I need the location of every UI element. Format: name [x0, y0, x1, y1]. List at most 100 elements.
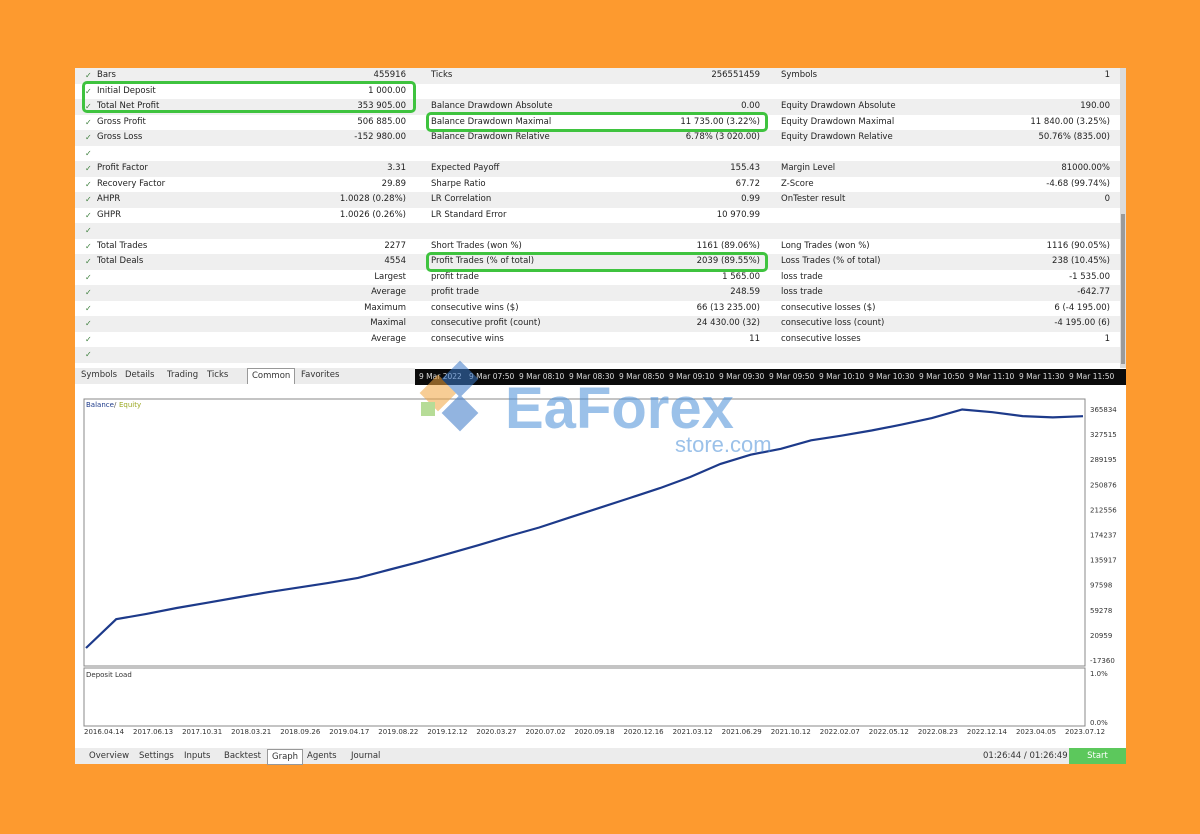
bottom-tab-settings[interactable]: Settings — [135, 749, 178, 763]
metric-value: 1116 (90.05%) — [1046, 240, 1110, 251]
metric-value: 11 840.00 (3.25%) — [1030, 116, 1110, 127]
metric-value: 238 (10.45%) — [1052, 256, 1110, 266]
bottom-tab-agents[interactable]: Agents — [303, 749, 341, 763]
check-icon: ✓ — [85, 179, 92, 189]
metric-value: 81000.00% — [1061, 163, 1110, 173]
report-row: ✓ Gross Loss -152 980.00 Balance Drawdown R… — [75, 130, 1120, 146]
metric-value: 2277 — [384, 240, 406, 251]
y-tick-label: 135917 — [1090, 557, 1117, 565]
bottom-tab-overview[interactable]: Overview — [85, 749, 133, 763]
x-tick-label: 2021.06.29 — [722, 728, 762, 734]
x-tick-label: 2022.08.23 — [918, 728, 958, 734]
check-icon: ✓ — [85, 272, 92, 282]
check-icon: ✓ — [85, 334, 92, 344]
balance-chart-svg: Balance / Equity36583432751528919525087621… — [83, 398, 1117, 734]
x-tick-label: 2020.12.16 — [624, 728, 665, 734]
metric-label: Expected Payoff — [431, 163, 500, 173]
check-icon: ✓ — [85, 133, 92, 142]
metric-value: 256551459 — [711, 70, 760, 80]
metric-label: Equity Drawdown Maximal — [781, 116, 895, 127]
tab-common[interactable]: Common — [247, 368, 296, 384]
metric-label: Total Trades — [97, 240, 148, 251]
tab-details[interactable]: Details — [121, 368, 158, 383]
x-tick-label: 2017.06.13 — [133, 728, 173, 734]
time-label: 9 Mar 09:50 — [769, 372, 815, 381]
metric-label: LR Standard Error — [431, 209, 507, 220]
tab-favorites[interactable]: Favorites — [297, 368, 343, 383]
metric-value: 155.43 — [730, 163, 760, 173]
bottom-tab-backtest[interactable]: Backtest — [220, 749, 265, 763]
time-label: 9 Mar 08:50 — [619, 372, 665, 381]
metric-value: -152 980.00 — [354, 132, 406, 142]
check-icon: ✓ — [85, 210, 92, 220]
check-icon: ✓ — [85, 303, 92, 313]
metric-label: Recovery Factor — [97, 178, 166, 189]
highlight-profit-trades — [426, 252, 768, 272]
metric-value: 0.99 — [741, 194, 760, 204]
metric-label: LR Correlation — [431, 194, 492, 204]
check-icon: ✓ — [85, 241, 92, 251]
x-tick-label: 2023.04.05 — [1016, 728, 1056, 734]
metric-value: 0 — [1104, 194, 1110, 204]
metric-value: 6 (-4 195.00) — [1054, 302, 1110, 313]
tab-symbols[interactable]: Symbols — [77, 368, 121, 383]
x-tick-label: 2022.02.07 — [820, 728, 860, 734]
metric-label: loss trade — [781, 271, 823, 282]
check-icon: ✓ — [85, 350, 92, 359]
metric-label: Z-Score — [781, 178, 814, 189]
x-tick-label: 2019.08.22 — [378, 728, 418, 734]
elapsed-timer: 01:26:44 / 01:26:49 — [983, 751, 1068, 761]
check-icon: ✓ — [85, 226, 92, 235]
y-tick-label: 97598 — [1090, 582, 1112, 590]
metric-value: 1.0028 (0.28%) — [339, 194, 406, 204]
x-tick-label: 2020.09.18 — [575, 728, 615, 734]
y-tick-label: 327515 — [1090, 431, 1117, 439]
metric-value: 10 970.99 — [716, 209, 760, 220]
metric-value: 24 430.00 (32) — [696, 318, 760, 328]
tab-trading[interactable]: Trading — [163, 368, 202, 383]
metric-value: Maximum — [364, 302, 406, 313]
metric-label: Loss Trades (% of total) — [781, 256, 881, 266]
tab-ticks[interactable]: Ticks — [203, 368, 232, 383]
bottom-tab-inputs[interactable]: Inputs — [180, 749, 214, 763]
check-icon: ✓ — [85, 148, 92, 158]
scrollbar-thumb[interactable] — [1121, 214, 1125, 364]
y-tick-label: 289195 — [1090, 456, 1117, 464]
x-tick-label: 2018.03.21 — [231, 728, 271, 734]
bottom-tab-journal[interactable]: Journal — [347, 749, 384, 763]
metric-value: 3.31 — [387, 163, 406, 173]
x-tick-label: 2019.12.12 — [427, 728, 467, 734]
time-label: 9 Mar 07:50 — [469, 372, 515, 381]
bottom-tab-graph[interactable]: Graph — [267, 749, 304, 765]
report-row: ✓ Maximal consecutive profit (count) 24 430… — [75, 316, 1120, 332]
time-label: 9 Mar 11:30 — [1019, 372, 1065, 381]
time-label: 9 Mar 2022 — [419, 372, 462, 381]
time-label: 9 Mar 08:10 — [519, 372, 565, 381]
metric-label: Total Deals — [97, 256, 144, 266]
metric-value: -4 195.00 (6) — [1054, 318, 1110, 328]
metric-label: Equity Drawdown Relative — [781, 132, 893, 142]
metric-label: Balance Drawdown Relative — [431, 132, 550, 142]
report-tabs: Symbols Details Trading Ticks Common Favorite… — [75, 368, 415, 384]
deposit-load-title: Deposit Load — [86, 671, 132, 679]
y-tick-label: 59278 — [1090, 607, 1112, 615]
metric-value: 4554 — [384, 256, 406, 266]
report-row: ✓ GHPR 1.0026 (0.26%) LR Standard Error 10 9… — [75, 208, 1120, 224]
start-button[interactable]: Start — [1069, 748, 1126, 764]
report-scrollbar[interactable] — [1120, 68, 1126, 368]
metric-value: 190.00 — [1080, 101, 1110, 111]
metric-value: 29.89 — [381, 178, 406, 189]
time-label: 9 Mar 11:10 — [969, 372, 1015, 381]
time-scale: 9 Mar 2022 9 Mar 07:50 9 Mar 08:10 9 Mar 08… — [415, 369, 1126, 385]
balance-graph: Balance / Equity 365834 327515 289195 250876 21… — [80, 394, 1126, 734]
x-tick-label: 2016.04.14 — [84, 728, 125, 734]
metric-value: 248.59 — [730, 287, 760, 297]
report-row: ✓ — [75, 146, 1120, 162]
time-label: 9 Mar 10:10 — [819, 372, 865, 381]
x-tick-label: 2019.04.17 — [329, 728, 369, 734]
check-icon: ✓ — [85, 319, 92, 328]
metric-label: Gross Loss — [97, 132, 143, 142]
time-label: 9 Mar 09:10 — [669, 372, 715, 381]
metric-label: Margin Level — [781, 163, 836, 173]
x-tick-label: 2018.09.26 — [280, 728, 321, 734]
